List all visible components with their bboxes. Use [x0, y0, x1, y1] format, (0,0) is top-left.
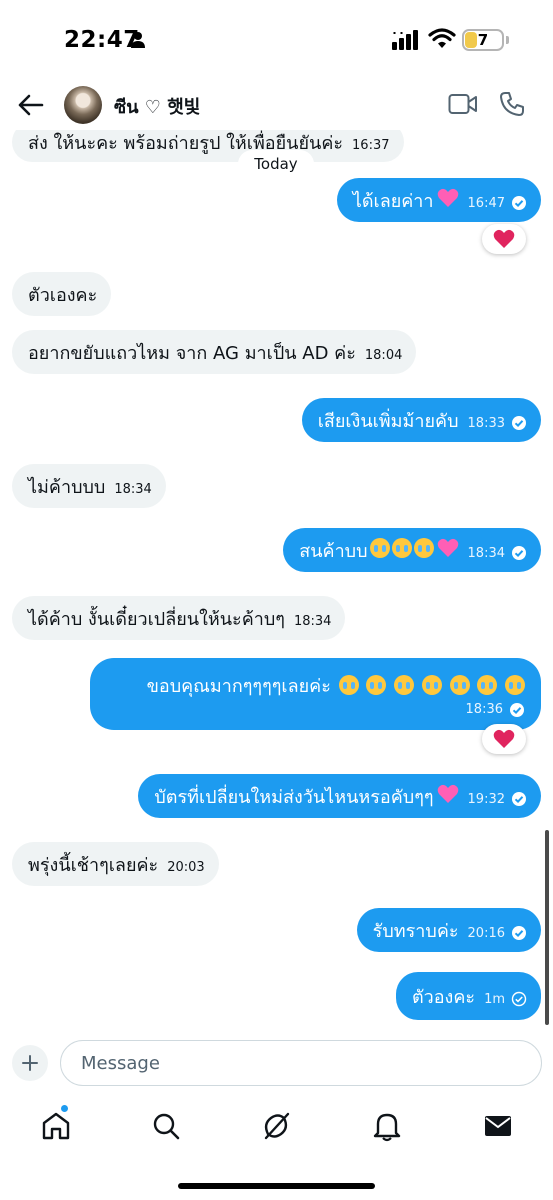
message-time: 18:33 — [467, 415, 505, 431]
signal-icon — [392, 30, 418, 50]
message-time: 1m — [484, 991, 505, 1007]
status-bar: 22:47 7 — [0, 0, 553, 80]
message-list[interactable]: ส่ง ให้นะคะ พร้อมถ่ายรูป ให้เพื่อยืนยันค… — [0, 130, 553, 1030]
add-attachment-button[interactable] — [12, 1045, 48, 1081]
bell-icon — [373, 1113, 401, 1142]
crying-emoji — [366, 674, 387, 695]
checkmark-icon — [512, 926, 526, 940]
message-time: 18:34 — [467, 545, 505, 561]
heart-reaction[interactable] — [482, 224, 526, 254]
battery-icon: 7 — [462, 29, 504, 51]
message-bubble-outgoing[interactable]: ได้เลยค่าา 16:47 — [336, 178, 541, 222]
message-composer — [0, 1035, 553, 1093]
message-input[interactable] — [60, 1040, 542, 1086]
nav-search[interactable] — [148, 1108, 184, 1144]
person-icon — [131, 32, 145, 48]
checkmark-icon — [512, 546, 526, 560]
message-bubble-incoming[interactable]: พรุ่งนี้เช้าๆเลยค่ะ 20:03 — [12, 842, 219, 886]
home-indicator — [178, 1183, 375, 1189]
message-time: 18:04 — [364, 347, 403, 363]
checkmark-icon — [512, 196, 526, 210]
crying-emoji — [338, 674, 359, 695]
heart-reaction-icon — [493, 229, 515, 248]
message-text: สนค้าบบ — [299, 540, 368, 562]
message-text: ตัวเองคะ — [28, 284, 98, 306]
home-icon — [42, 1112, 70, 1140]
message-text: อยากขยับแถวไหม จาก AG มาเป็น AD ค่ะ — [28, 342, 356, 364]
crying-emoji — [413, 538, 434, 558]
battery-level: 7 — [477, 31, 489, 49]
notification-dot — [60, 1104, 69, 1113]
checkmark-icon — [512, 416, 526, 430]
wifi-icon — [428, 28, 456, 48]
message-time: 18:36 — [465, 702, 503, 717]
message-time: 20:03 — [167, 859, 205, 875]
contact-name[interactable]: ซีน ♡ 햇빛 — [114, 92, 200, 121]
nav-messages[interactable] — [480, 1108, 516, 1144]
message-bubble-outgoing[interactable]: เสียเงินเพิ่มม้ายคับ 18:33 — [301, 398, 541, 442]
checkmark-icon — [512, 792, 526, 806]
status-time: 22:47 — [64, 27, 140, 53]
message-bubble-incoming[interactable]: ได้ค้าบ งั้นเดี๋ยวเปลี่ยนให้นะค้าบๆ 18:3… — [12, 596, 346, 640]
message-bubble-incoming[interactable]: อยากขยับแถวไหม จาก AG มาเป็น AD ค่ะ 18:0… — [12, 330, 417, 374]
message-bubble-outgoing[interactable]: บัตรที่เปลี่ยนใหม่ส่งวันไหนหรอคับๆๆ 19:3… — [138, 774, 541, 818]
message-text: ได้เลยค่าา — [352, 190, 434, 212]
message-text: ไม่ค้าบบบ — [28, 476, 106, 498]
message-bubble-outgoing[interactable]: ขอบคุณมากๆๆๆๆเลยค่ะ 18:36 — [90, 658, 541, 730]
bottom-navigation — [0, 1098, 553, 1158]
crying-emoji — [505, 674, 525, 695]
phone-call-icon[interactable] — [498, 90, 526, 118]
crying-emoji — [369, 538, 390, 558]
message-text: ได้ค้าบ งั้นเดี๋ยวเปลี่ยนให้นะค้าบๆ — [28, 608, 285, 630]
grok-icon — [264, 1112, 290, 1140]
message-text: ตัวองคะ — [411, 986, 476, 1008]
message-text: ขอบคุณมากๆๆๆๆเลยค่ะ — [146, 675, 331, 697]
video-call-icon[interactable] — [448, 92, 478, 116]
scrollbar[interactable] — [545, 830, 549, 1025]
search-icon — [153, 1113, 180, 1140]
nav-notifications[interactable] — [369, 1108, 405, 1144]
nav-grok[interactable] — [258, 1108, 294, 1144]
heart-reaction[interactable] — [482, 724, 526, 754]
message-bubble-outgoing[interactable]: รับทราบค่ะ 20:16 — [356, 908, 541, 952]
message-time: 19:32 — [467, 791, 505, 807]
mail-icon — [485, 1116, 511, 1136]
message-time: 18:34 — [114, 481, 152, 497]
message-text: เสียเงินเพิ่มม้ายคับ — [317, 410, 459, 432]
message-bubble-incoming[interactable]: ตัวเองคะ — [12, 272, 112, 316]
heart-reaction-icon — [493, 729, 515, 748]
message-bubble-outgoing[interactable]: ตัวองคะ 1m — [395, 972, 541, 1020]
message-bubble-incoming[interactable]: ส่ง ให้นะคะ พร้อมถ่ายรูป ให้เพื่อยืนยันค… — [12, 130, 404, 162]
message-text: พรุ่งนี้เช้าๆเลยค่ะ — [28, 854, 159, 876]
message-time: 16:47 — [467, 195, 505, 211]
message-time: 16:37 — [352, 137, 390, 153]
crying-emoji — [477, 674, 498, 695]
pink-heart-emoji — [437, 538, 458, 557]
battery-tip — [506, 36, 509, 44]
back-arrow-icon[interactable] — [14, 90, 46, 120]
message-text: รับทราบค่ะ — [372, 920, 459, 942]
contact-avatar[interactable] — [64, 86, 102, 124]
sent-checkmark-icon — [511, 991, 527, 1007]
crying-emoji — [394, 674, 415, 695]
message-bubble-incoming[interactable]: ไม่ค้าบบบ 18:34 — [12, 464, 166, 508]
checkmark-icon — [510, 702, 524, 717]
nav-home[interactable] — [38, 1108, 74, 1144]
message-text: บัตรที่เปลี่ยนใหม่ส่งวันไหนหรอคับๆๆ — [154, 786, 434, 808]
message-time: 20:16 — [467, 925, 505, 941]
chat-header: ซีน ♡ 햇빛 — [0, 80, 553, 130]
date-separator: Today — [238, 150, 314, 178]
crying-emoji — [391, 538, 412, 558]
crying-emoji — [449, 674, 470, 695]
plus-icon — [22, 1055, 38, 1071]
crying-emoji — [421, 674, 442, 695]
pink-heart-emoji — [437, 188, 458, 207]
message-bubble-outgoing[interactable]: สนค้าบบ 18:34 — [283, 528, 541, 572]
message-time: 18:34 — [293, 613, 332, 629]
pink-heart-emoji — [437, 784, 458, 803]
